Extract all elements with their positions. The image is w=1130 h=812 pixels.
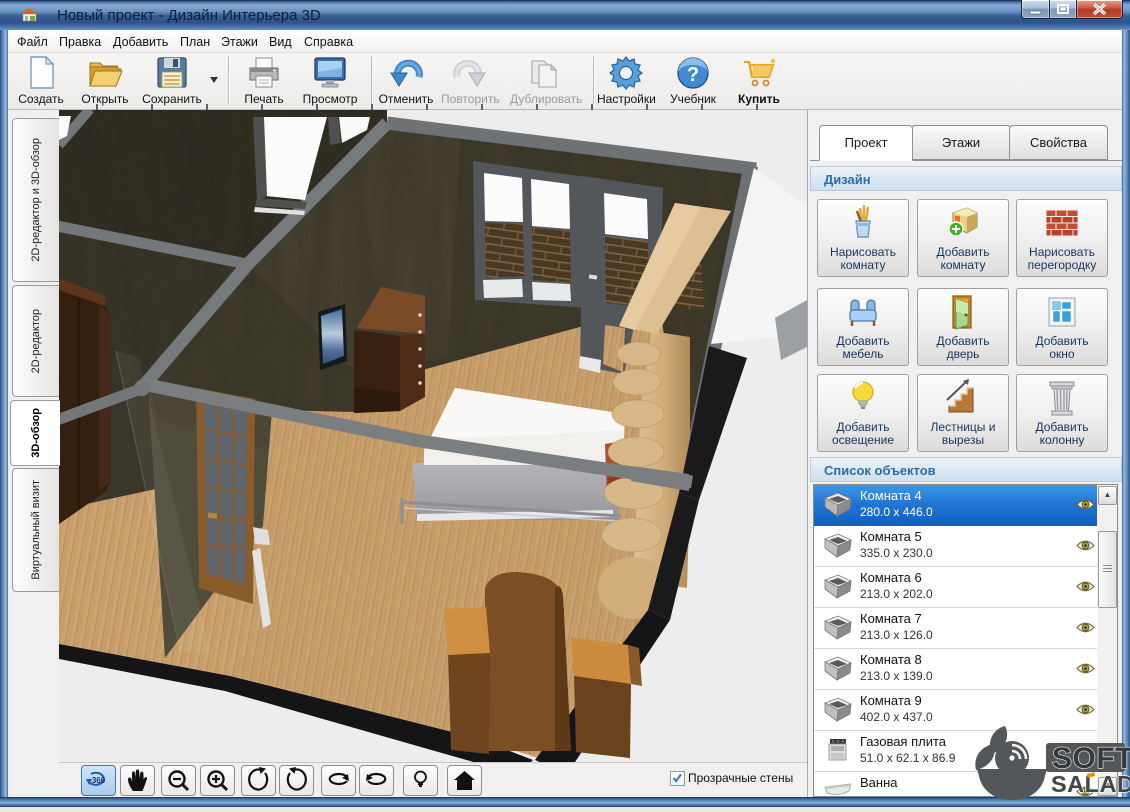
- svg-text:?: ?: [687, 64, 699, 86]
- svg-text:360: 360: [92, 776, 106, 785]
